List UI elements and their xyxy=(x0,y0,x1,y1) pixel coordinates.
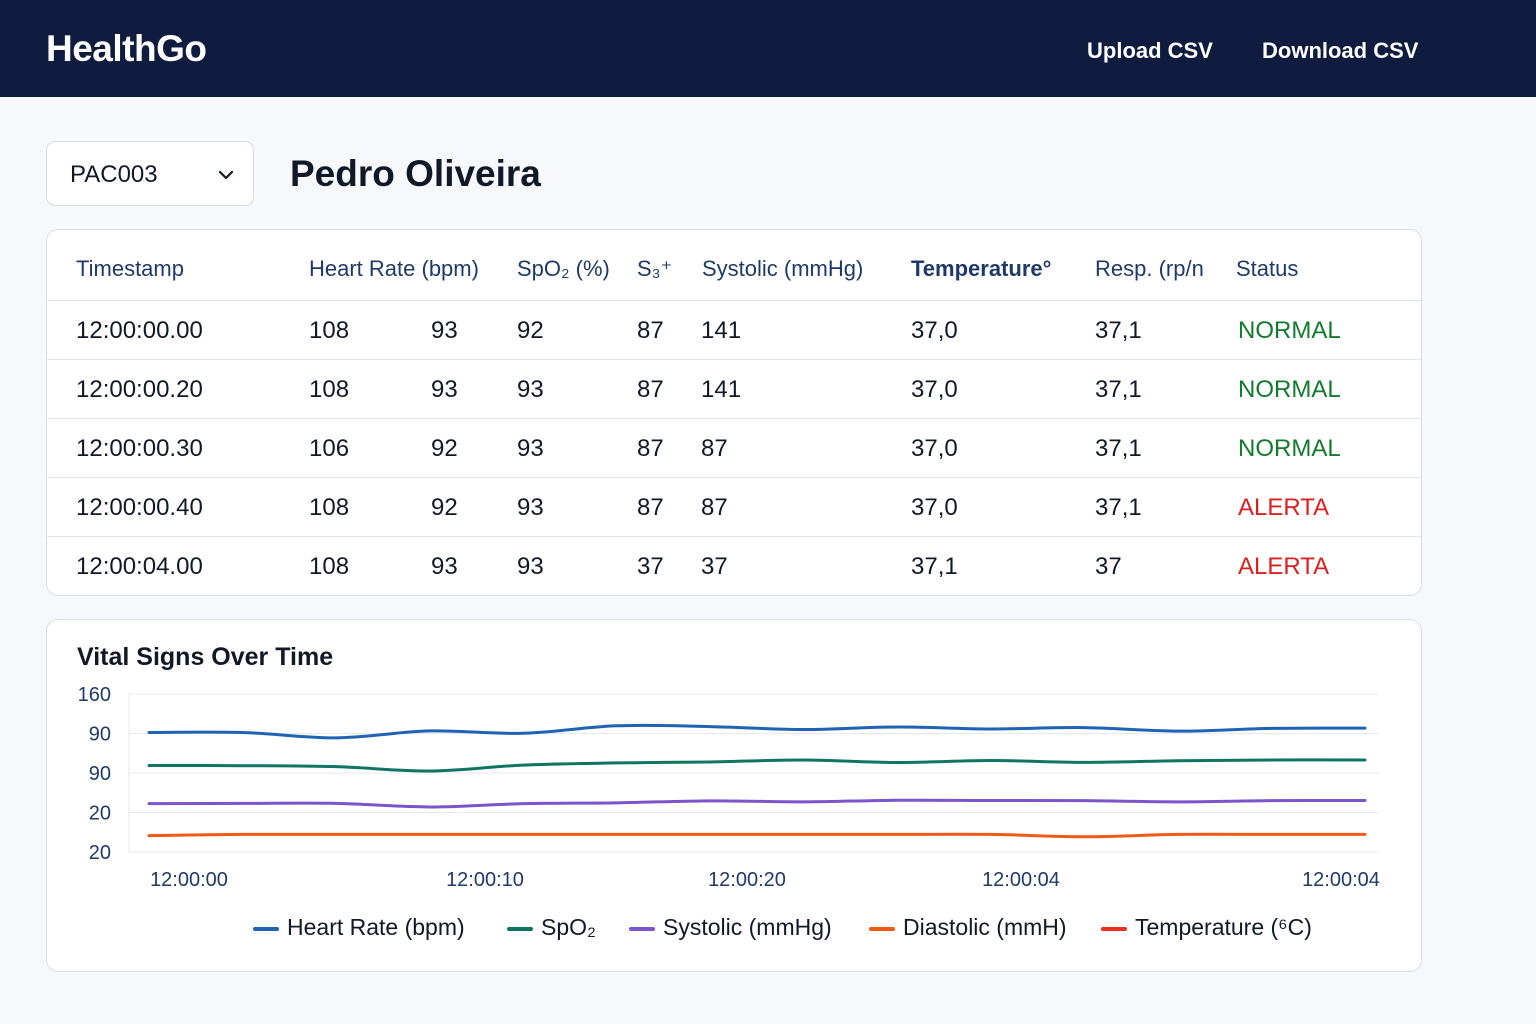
cell-s3: 87 xyxy=(637,376,664,403)
legend-swatch xyxy=(629,927,655,931)
chevron-down-icon xyxy=(218,170,234,180)
cell-heart-rate: 108 xyxy=(309,376,350,403)
legend-label: Heart Rate (bpm) xyxy=(287,914,465,940)
patient-name: Pedro Oliveira xyxy=(290,153,541,194)
vital-signs-chart-card: Vital Signs Over Time 160 90 90 20 20 12:00:0… xyxy=(46,619,1422,972)
patient-select[interactable]: PAC003 xyxy=(46,141,254,206)
cell-temperature: 37,0 xyxy=(911,317,958,344)
y-tick-label: 20 xyxy=(89,803,111,825)
y-tick-label: 90 xyxy=(89,763,111,785)
header-timestamp: Timestamp xyxy=(76,256,184,281)
cell-heart-rate: 108 xyxy=(309,553,350,580)
cell-systolic: 87 xyxy=(701,494,728,521)
cell-s3: 87 xyxy=(637,317,664,344)
cell-temperature: 37,0 xyxy=(911,494,958,521)
status-badge: ALERTA xyxy=(1238,553,1330,580)
x-tick-label: 12:00:20 xyxy=(708,869,786,891)
cell-timestamp: 12:00:00.00 xyxy=(76,317,203,344)
cell-temperature: 37,0 xyxy=(911,435,958,462)
table-row[interactable]: 12:00:00.20 108 93 93 87 141 37,0 37,1 N… xyxy=(47,360,1421,418)
x-tick-label: 12:00:04 xyxy=(982,869,1060,891)
vital-signs-chart: 160 90 90 20 20 12:00:00 12:00:10 12:00:20 12:00… xyxy=(78,684,1380,891)
cell-spo2: 93 xyxy=(517,435,544,462)
header-respiration: Resp. (rp/n xyxy=(1095,256,1204,281)
cell-systolic: 141 xyxy=(701,317,742,344)
legend-label: Systolic (mmHg) xyxy=(663,914,832,940)
cell-spo2: 93 xyxy=(517,376,544,403)
table-row[interactable]: 12:00:00.40 108 92 93 87 87 37,0 37,1 AL… xyxy=(47,478,1421,536)
cell-value: 92 xyxy=(431,494,458,521)
cell-respiration: 37,1 xyxy=(1095,435,1142,462)
status-badge: NORMAL xyxy=(1238,317,1341,344)
cell-value: 93 xyxy=(431,376,458,403)
cell-systolic: 37 xyxy=(701,553,728,580)
cell-respiration: 37,1 xyxy=(1095,376,1142,403)
status-badge: NORMAL xyxy=(1238,435,1341,462)
table-row[interactable]: 12:00:04.00 108 93 93 37 37 37,1 37 ALER… xyxy=(47,537,1421,595)
cell-heart-rate: 106 xyxy=(309,435,350,462)
series-line-1 xyxy=(147,758,1367,773)
header-s3: S₃⁺ xyxy=(637,256,673,281)
chart-legend: Heart Rate (bpm) SpO₂ Systolic (mmHg) Diast… xyxy=(47,910,1421,950)
cell-temperature: 37,0 xyxy=(911,376,958,403)
cell-value: 93 xyxy=(431,553,458,580)
header-status: Status xyxy=(1236,256,1299,281)
table-row[interactable]: 12:00:00.00 108 93 92 87 141 37,0 37,1 N… xyxy=(47,301,1421,359)
download-csv-link[interactable]: Download CSV xyxy=(1262,38,1418,64)
cell-value: 92 xyxy=(431,435,458,462)
y-tick-label: 160 xyxy=(78,684,111,706)
status-badge: ALERTA xyxy=(1238,494,1330,521)
vitals-table: Timestamp Heart Rate (bpm) SpO₂ (%) S₃⁺ … xyxy=(46,229,1422,596)
cell-timestamp: 12:00:04.00 xyxy=(76,553,203,580)
cell-respiration: 37 xyxy=(1095,553,1122,580)
x-tick-label: 12:00:00 xyxy=(150,869,228,891)
cell-respiration: 37,1 xyxy=(1095,317,1142,344)
cell-heart-rate: 108 xyxy=(309,494,350,521)
legend-swatch xyxy=(253,927,279,931)
legend-label: SpO₂ xyxy=(541,914,596,940)
cell-value: 93 xyxy=(431,317,458,344)
cell-systolic: 87 xyxy=(701,435,728,462)
cell-timestamp: 12:00:00.20 xyxy=(76,376,203,403)
top-navbar: HealthGo Upload CSV Download CSV xyxy=(0,0,1536,97)
series-line-3 xyxy=(147,832,1367,839)
series-line-2 xyxy=(147,798,1367,809)
header-temperature: Temperature° xyxy=(911,256,1052,281)
cell-s3: 37 xyxy=(637,553,664,580)
y-tick-label: 20 xyxy=(89,842,111,864)
header-spo2: SpO₂ (%) xyxy=(517,256,610,281)
cell-spo2: 93 xyxy=(517,553,544,580)
upload-csv-link[interactable]: Upload CSV xyxy=(1087,38,1213,64)
legend-swatch xyxy=(869,927,895,931)
cell-timestamp: 12:00:00.40 xyxy=(76,494,203,521)
cell-systolic: 141 xyxy=(701,376,742,403)
cell-temperature: 37,1 xyxy=(911,553,958,580)
cell-respiration: 37,1 xyxy=(1095,494,1142,521)
legend-label: Diastolic (mmH) xyxy=(903,914,1067,940)
patient-select-value: PAC003 xyxy=(70,161,158,188)
cell-timestamp: 12:00:00.30 xyxy=(76,435,203,462)
cell-heart-rate: 108 xyxy=(309,317,350,344)
header-heart-rate: Heart Rate (bpm) xyxy=(309,256,479,281)
table-row[interactable]: 12:00:00.30 106 92 93 87 87 37,0 37,1 NO… xyxy=(47,419,1421,477)
status-badge: NORMAL xyxy=(1238,376,1341,403)
cell-spo2: 92 xyxy=(517,317,544,344)
cell-spo2: 93 xyxy=(517,494,544,521)
legend-label: Temperature (⁶C) xyxy=(1135,914,1312,940)
x-tick-label: 12:00:10 xyxy=(446,869,524,891)
cell-s3: 87 xyxy=(637,494,664,521)
brand-logo[interactable]: HealthGo xyxy=(46,28,207,70)
x-tick-label: 12:00:04 xyxy=(1302,869,1380,891)
legend-swatch xyxy=(507,927,533,931)
header-systolic: Systolic (mmHg) xyxy=(702,256,864,281)
series-line-0 xyxy=(147,723,1367,740)
cell-s3: 87 xyxy=(637,435,664,462)
y-tick-label: 90 xyxy=(89,724,111,746)
legend-swatch xyxy=(1101,927,1127,931)
